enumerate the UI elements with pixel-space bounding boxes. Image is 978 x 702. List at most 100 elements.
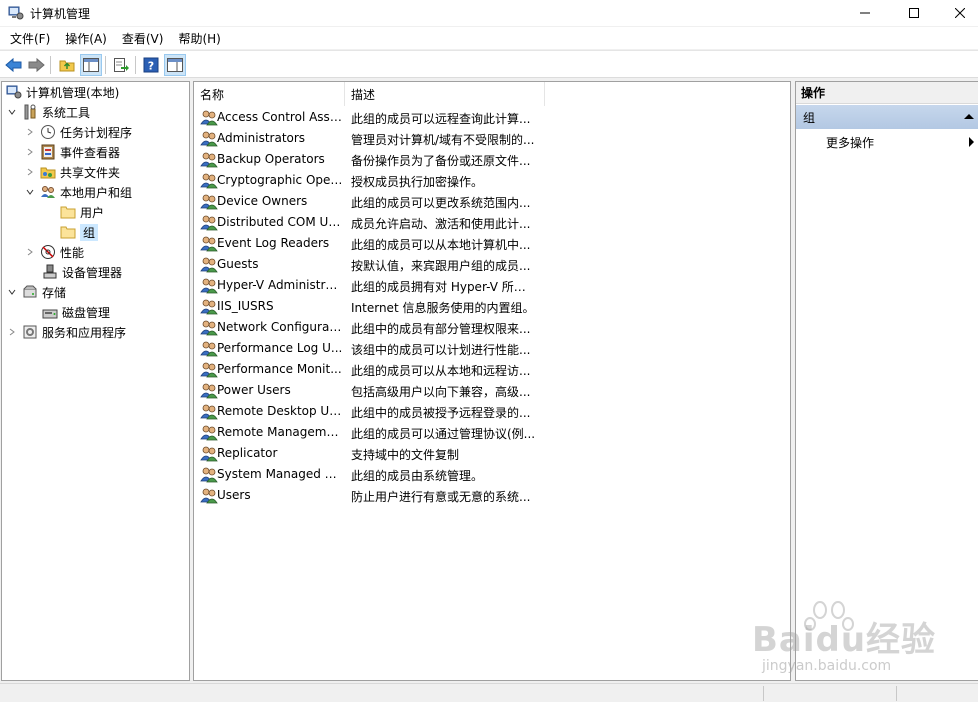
- menu-view[interactable]: 查看(V): [116, 28, 170, 49]
- more-actions-item[interactable]: 更多操作: [826, 134, 874, 151]
- group-name: Cryptographic Oper...: [217, 173, 343, 187]
- tree-item-label: 计算机管理(本地): [26, 85, 120, 100]
- table-row[interactable]: Replicator 支持域中的文件复制: [194, 443, 790, 464]
- toolbar-separator: [50, 56, 51, 74]
- tree-item-label: 本地用户和组: [60, 185, 133, 200]
- status-separator: [896, 686, 897, 701]
- table-row[interactable]: Device Owners 此组的成员可以更改系统范围内...: [194, 191, 790, 212]
- column-header-description[interactable]: 描述: [345, 82, 545, 106]
- group-description: 管理员对计算机/域有不受限制的...: [351, 133, 535, 147]
- group-icon: [200, 256, 218, 273]
- tree-item-users[interactable]: 用户: [60, 202, 104, 222]
- table-row[interactable]: Cryptographic Oper... 授权成员执行加密操作。: [194, 170, 790, 191]
- help-button[interactable]: ?: [140, 54, 162, 76]
- group-description: 此组的成员可以从本地和远程访...: [351, 364, 531, 378]
- group-name: Access Control Assi...: [217, 110, 343, 124]
- list-header: 名称 描述: [194, 82, 790, 106]
- table-row[interactable]: Hyper-V Administra... 此组的成员拥有对 Hyper-V 所有…: [194, 275, 790, 296]
- tree-item-disk-management[interactable]: 磁盘管理: [42, 302, 110, 322]
- group-icon: [200, 424, 218, 441]
- table-row[interactable]: Performance Monit... 此组的成员可以从本地和远程访...: [194, 359, 790, 380]
- group-name: Remote Desktop Us...: [217, 404, 343, 418]
- group-icon: [200, 235, 218, 252]
- group-description: 成员允许启动、激活和使用此计...: [351, 217, 531, 231]
- group-description: 此组的成员拥有对 Hyper-V 所有...: [351, 280, 537, 294]
- show-hide-console-tree-button[interactable]: [80, 54, 102, 76]
- tree-item-label: 系统工具: [42, 105, 91, 120]
- tree-item-storage[interactable]: 存储: [6, 282, 66, 302]
- group-name: Distributed COM Us...: [217, 215, 343, 229]
- group-description: 此组的成员可以通过管理协议(例...: [351, 427, 536, 441]
- menu-file[interactable]: 文件(F): [4, 28, 56, 49]
- chevron-right-icon[interactable]: [24, 166, 36, 178]
- table-row[interactable]: Remote Manageme... 此组的成员可以通过管理协议(例...: [194, 422, 790, 443]
- tree-item-performance[interactable]: 性能: [24, 242, 84, 262]
- table-row[interactable]: IIS_IUSRS Internet 信息服务使用的内置组。: [194, 296, 790, 317]
- menu-action[interactable]: 操作(A): [59, 28, 113, 49]
- group-icon: [200, 109, 218, 126]
- table-row[interactable]: Power Users 包括高级用户以向下兼容，高级...: [194, 380, 790, 401]
- group-name: Hyper-V Administra...: [217, 278, 343, 292]
- tree-item-task-scheduler[interactable]: 任务计划程序: [24, 122, 132, 142]
- minimize-icon: [860, 12, 870, 14]
- table-row[interactable]: Remote Desktop Us... 此组中的成员被授予远程登录的...: [194, 401, 790, 422]
- table-row[interactable]: Access Control Assi... 此组的成员可以远程查询此计算...: [194, 107, 790, 128]
- export-list-button[interactable]: [110, 54, 132, 76]
- chevron-right-icon[interactable]: [24, 246, 36, 258]
- table-row[interactable]: Guests 按默认值，来宾跟用户组的成员...: [194, 254, 790, 275]
- tree-item-computer-management[interactable]: 计算机管理(本地): [6, 82, 119, 102]
- chevron-right-icon[interactable]: [6, 326, 18, 338]
- group-name: Administrators: [217, 131, 306, 145]
- actions-section-groups[interactable]: 组: [796, 105, 978, 129]
- group-icon: [200, 151, 218, 168]
- minimize-button[interactable]: [842, 0, 888, 26]
- title-bar: 计算机管理: [0, 0, 978, 26]
- table-row[interactable]: Network Configurat... 此组中的成员有部分管理权限来...: [194, 317, 790, 338]
- chevron-down-icon[interactable]: [24, 186, 36, 198]
- tree-item-local-users-groups[interactable]: 本地用户和组: [24, 182, 132, 202]
- close-button[interactable]: [937, 0, 978, 26]
- forward-button[interactable]: [25, 54, 47, 76]
- maximize-button[interactable]: [891, 0, 937, 26]
- chevron-right-icon[interactable]: [24, 126, 36, 138]
- tree-item-groups[interactable]: 组: [60, 222, 99, 242]
- group-name: Event Log Readers: [217, 236, 330, 250]
- collapse-section-icon[interactable]: [964, 114, 974, 119]
- up-one-level-button[interactable]: [56, 54, 78, 76]
- chevron-down-icon[interactable]: [6, 286, 18, 298]
- column-header-name[interactable]: 名称: [194, 82, 345, 106]
- table-row[interactable]: Distributed COM Us... 成员允许启动、激活和使用此计...: [194, 212, 790, 233]
- submenu-arrow-icon[interactable]: [969, 137, 974, 147]
- group-icon: [200, 319, 218, 336]
- up-folder-icon: [59, 60, 75, 72]
- group-description: 此组的成员可以从本地计算机中...: [351, 238, 531, 252]
- table-row[interactable]: System Managed A... 此组的成员由系统管理。: [194, 464, 790, 485]
- group-icon: [200, 445, 218, 462]
- group-description: 此组的成员由系统管理。: [351, 469, 484, 483]
- table-row[interactable]: Users 防止用户进行有意或无意的系统...: [194, 485, 790, 506]
- group-icon: [200, 172, 218, 189]
- tree-item-event-viewer[interactable]: 事件查看器: [24, 142, 120, 162]
- tree-item-device-manager[interactable]: 设备管理器: [42, 262, 122, 282]
- tree-item-label: 存储: [42, 285, 67, 300]
- table-row[interactable]: Administrators 管理员对计算机/域有不受限制的...: [194, 128, 790, 149]
- show-hide-tree-icon: [83, 58, 99, 72]
- table-row[interactable]: Event Log Readers 此组的成员可以从本地计算机中...: [194, 233, 790, 254]
- group-name: Replicator: [217, 446, 278, 460]
- chevron-right-icon[interactable]: [24, 146, 36, 158]
- tree-item-label: 共享文件夹: [60, 165, 121, 180]
- tree-item-label: 任务计划程序: [60, 125, 133, 140]
- chevron-down-icon[interactable]: [6, 106, 18, 118]
- tree-item-shared-folders[interactable]: 共享文件夹: [24, 162, 120, 182]
- show-hide-action-pane-button[interactable]: [164, 54, 186, 76]
- menu-help[interactable]: 帮助(H): [172, 28, 226, 49]
- back-button[interactable]: [3, 54, 25, 76]
- group-icon: [200, 277, 218, 294]
- group-name: Network Configurat...: [217, 320, 343, 334]
- table-row[interactable]: Performance Log U... 该组中的成员可以计划进行性能...: [194, 338, 790, 359]
- tree-item-services-applications[interactable]: 服务和应用程序: [6, 322, 126, 342]
- toolbar-separator: [135, 56, 136, 74]
- group-icon: [200, 340, 218, 357]
- tree-item-system-tools[interactable]: 系统工具: [6, 102, 90, 122]
- table-row[interactable]: Backup Operators 备份操作员为了备份或还原文件...: [194, 149, 790, 170]
